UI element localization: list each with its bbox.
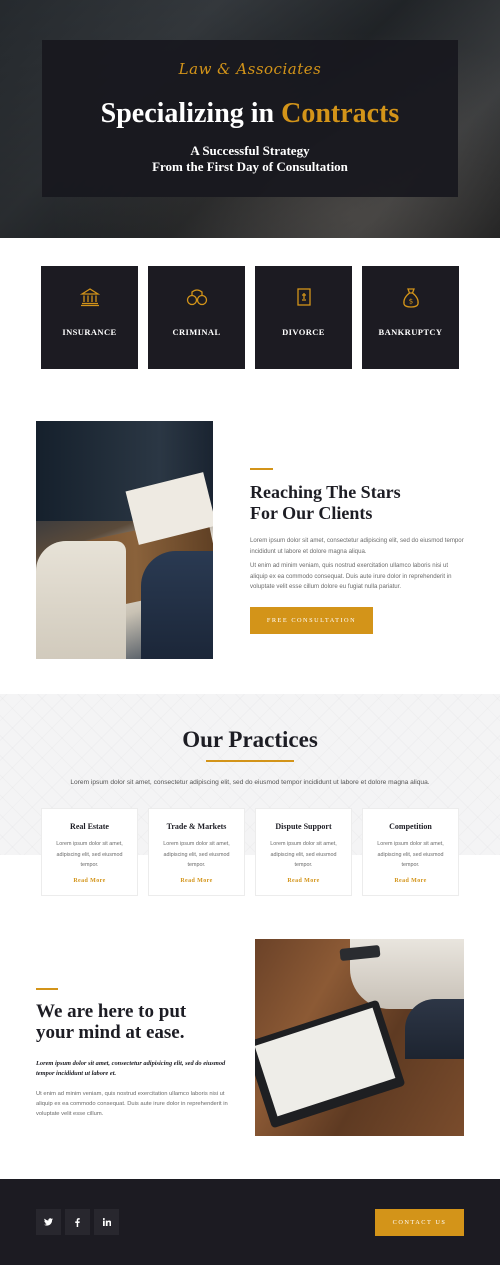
service-label: DIVORCE — [282, 327, 325, 337]
hero-title-main: Specializing in — [100, 98, 282, 129]
service-card-criminal[interactable]: CRIMINAL — [148, 266, 245, 369]
linkedin-icon[interactable] — [94, 1209, 119, 1235]
ease-body-text: Ut enim ad minim veniam, quis nostrud ex… — [36, 1091, 228, 1117]
hero-subtitle: A Successful Strategy From the First Day… — [42, 143, 458, 175]
contract-signing-photo — [255, 939, 464, 1136]
practice-card-real-estate: Real Estate Lorem ipsum dolor sit amet, … — [41, 808, 138, 896]
practice-card-dispute-support: Dispute Support Lorem ipsum dolor sit am… — [255, 808, 352, 896]
facebook-icon[interactable] — [65, 1209, 90, 1235]
practice-card-trade-markets: Trade & Markets Lorem ipsum dolor sit am… — [148, 808, 245, 896]
practices-accent-line — [206, 760, 294, 762]
section-accent-line — [250, 468, 273, 470]
hero-subtitle-line-2: From the First Day of Consultation — [152, 159, 348, 174]
svg-text:$: $ — [408, 298, 412, 306]
service-card-bankruptcy[interactable]: $ BANKRUPTCY — [362, 266, 459, 369]
brand-name: Law & Associates — [178, 60, 322, 78]
read-more-link[interactable]: Read More — [363, 878, 458, 884]
handcuffs-icon — [148, 287, 245, 309]
practice-title: Dispute Support — [275, 822, 332, 831]
service-label: INSURANCE — [62, 327, 117, 337]
practice-title: Trade & Markets — [166, 822, 227, 831]
read-more-link[interactable]: Read More — [256, 878, 351, 884]
service-card-divorce[interactable]: DIVORCE — [255, 266, 352, 369]
twitter-icon[interactable] — [36, 1209, 61, 1235]
ease-title: We are here to put your mind at ease. — [36, 1001, 187, 1043]
hero-title-accent: Contracts — [281, 98, 400, 129]
about-paragraph-1: Lorem ipsum dolor sit amet, consectetur … — [250, 537, 464, 555]
practice-title: Competition — [389, 822, 432, 831]
practices-intro: Lorem ipsum dolor sit amet, consectetur … — [70, 779, 430, 786]
bank-building-icon — [41, 287, 138, 309]
hero-subtitle-line-1: A Successful Strategy — [190, 143, 310, 158]
hero-section: Law & Associates Specializing in Contrac… — [0, 0, 500, 238]
practice-text: Lorem ipsum dolor sit amet, adipiscing e… — [56, 841, 123, 868]
service-card-insurance[interactable]: INSURANCE — [41, 266, 138, 369]
practice-title: Real Estate — [70, 822, 109, 831]
service-label: CRIMINAL — [172, 327, 221, 337]
about-title: Reaching The Stars For Our Clients — [250, 482, 401, 523]
document-card-icon — [255, 287, 352, 309]
section-accent-line — [36, 988, 58, 990]
practice-card-competition: Competition Lorem ipsum dolor sit amet, … — [362, 808, 459, 896]
meeting-photo — [36, 421, 213, 659]
practice-text: Lorem ipsum dolor sit amet, adipiscing e… — [163, 841, 230, 868]
read-more-link[interactable]: Read More — [149, 878, 244, 884]
ease-lead-text: Lorem ipsum dolor sit amet, consectetur … — [36, 1060, 226, 1077]
money-bag-icon: $ — [362, 287, 459, 309]
practices-title: Our Practices — [182, 727, 318, 752]
contact-us-button[interactable]: CONTACT US — [375, 1209, 464, 1236]
practice-text: Lorem ipsum dolor sit amet, adipiscing e… — [270, 841, 337, 868]
service-label: BANKRUPTCY — [378, 327, 443, 337]
hero-title: Specializing in Contracts — [42, 98, 458, 130]
service-cards: INSURANCE CRIMINAL DIVORCE $ BANKRUPTCY — [41, 266, 459, 369]
read-more-link[interactable]: Read More — [42, 878, 137, 884]
practice-text: Lorem ipsum dolor sit amet, adipiscing e… — [377, 841, 444, 868]
free-consultation-button[interactable]: FREE CONSULTATION — [250, 607, 373, 634]
about-paragraph-2: Ut enim ad minim veniam, quis nostrud ex… — [250, 562, 452, 590]
hero-text-box: Law & Associates Specializing in Contrac… — [42, 40, 458, 197]
